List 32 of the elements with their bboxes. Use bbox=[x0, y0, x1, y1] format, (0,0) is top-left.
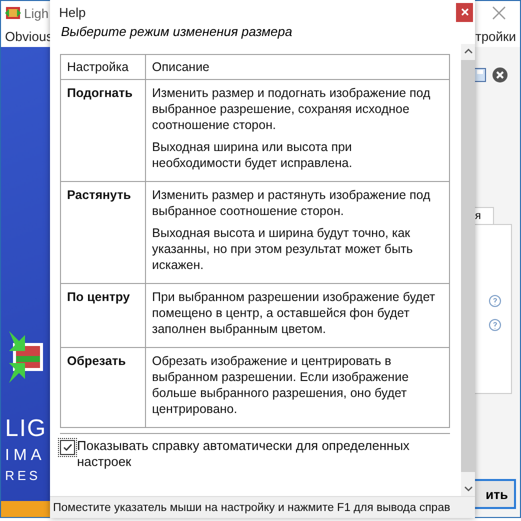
description-text: Выходная ширина или высота при необходимости будет исправлена. bbox=[152, 139, 354, 171]
scroll-up-icon[interactable] bbox=[464, 48, 472, 54]
checkmark-icon bbox=[62, 442, 73, 453]
setting-name: Обрезать bbox=[60, 348, 146, 428]
close-button[interactable] bbox=[456, 2, 473, 22]
scroll-down-icon[interactable] bbox=[464, 486, 472, 492]
checkbox[interactable] bbox=[60, 440, 75, 455]
description-text: Изменить размер и растянуть изображение под выбранное соотношение сторон. bbox=[152, 187, 432, 219]
setting-name: По центру bbox=[60, 284, 146, 348]
close-icon[interactable] bbox=[492, 67, 508, 83]
app-icon bbox=[5, 6, 21, 20]
description-text: При выбранном разрешении изображение будет помещено в центр, а оставшейся фон будет заполнен выбранным цветом. bbox=[152, 289, 436, 337]
logo-text: IMA bbox=[5, 446, 46, 466]
checkbox-label[interactable]: Показывать справку автоматически для определенных настроек bbox=[77, 438, 450, 470]
setting-name: Подогнать bbox=[60, 80, 146, 182]
action-button[interactable]: ить bbox=[472, 479, 516, 509]
status-text: Поместите указатель мыши на настройку и нажмите F1 для вывода справ bbox=[53, 502, 450, 514]
description-text: Изменить размер и подогнать изображение под выбранное разрешение, сохраняя исходное соотношение сторон. bbox=[152, 85, 432, 133]
column-header: Описание bbox=[146, 54, 450, 80]
column-header: Настройка bbox=[60, 54, 146, 80]
dialog-title: Help bbox=[59, 4, 87, 20]
description-text: Выходная высота и ширина будут точно, как указанны, но при этом результат может быть искажен. bbox=[152, 225, 414, 273]
dialog-subtitle: Выберите режим изменения размера bbox=[60, 24, 294, 41]
logo-text: LIG bbox=[5, 414, 47, 444]
logo-text: RES bbox=[5, 467, 41, 485]
setting-name: Растянуть bbox=[60, 182, 146, 284]
description-text: Обрезать изображение и центрировать в выбранном разрешении. Если изображение больше выбранного разрешения, оно будет центрировано. bbox=[152, 353, 410, 417]
menu-item[interactable]: тройки bbox=[475, 28, 516, 44]
save-icon[interactable] bbox=[474, 68, 486, 82]
help-icon[interactable] bbox=[489, 319, 501, 331]
window-title: Ligh bbox=[24, 6, 49, 20]
help-icon[interactable] bbox=[489, 295, 501, 307]
